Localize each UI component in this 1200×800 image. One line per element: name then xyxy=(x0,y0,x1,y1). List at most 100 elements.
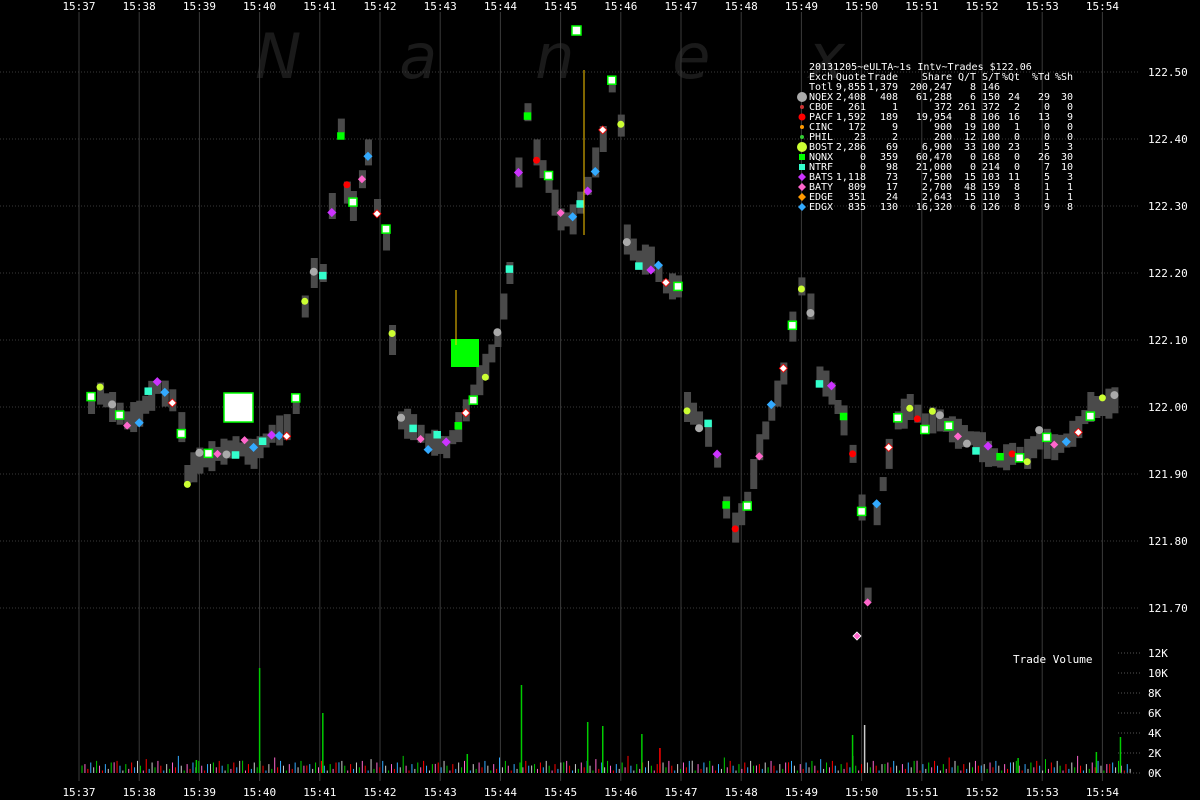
trade-marker xyxy=(493,328,502,337)
time-tick-label-bottom: 15:47 xyxy=(664,786,697,799)
legend-cell: %Sh xyxy=(1055,72,1073,83)
trade-marker xyxy=(1110,391,1119,400)
trade-marker xyxy=(1014,453,1025,463)
time-tick-label-bottom: 15:45 xyxy=(544,786,577,799)
price-band xyxy=(130,402,138,433)
volume-tick-label: 10K xyxy=(1148,667,1168,680)
trade-marker xyxy=(622,238,631,247)
time-tick-label-top: 15:54 xyxy=(1086,0,1119,13)
price-band xyxy=(822,370,830,397)
trade-marker xyxy=(454,422,463,430)
time-tick-label-top: 15:51 xyxy=(905,0,938,13)
legend-cell: 8 xyxy=(1014,202,1020,213)
time-tick-label-bottom: 15:50 xyxy=(845,786,878,799)
price-band xyxy=(337,118,345,133)
time-tick-label-bottom: 15:52 xyxy=(965,786,998,799)
time-tick-label-top: 15:50 xyxy=(845,0,878,13)
price-band xyxy=(690,402,698,425)
legend-swatch xyxy=(797,142,807,152)
trade-marker xyxy=(468,395,479,405)
trade-marker xyxy=(996,452,1004,461)
trade-marker xyxy=(409,424,417,433)
trade-marker xyxy=(673,281,683,292)
trade-marker xyxy=(343,181,351,189)
price-band xyxy=(148,380,156,411)
legend-swatch xyxy=(800,135,804,139)
trade-marker xyxy=(481,373,489,381)
price-band xyxy=(389,325,397,355)
price-band xyxy=(404,408,412,439)
trade-marker xyxy=(108,400,117,409)
legend-swatch xyxy=(798,203,806,211)
time-tick-label-bottom: 15:51 xyxy=(905,786,938,799)
legend-swatch xyxy=(799,154,805,160)
trade-marker xyxy=(397,413,406,422)
volume-tick-label: 0K xyxy=(1148,767,1162,780)
price-chart: Nanex 122.50122.40122.30122.20122.10122.… xyxy=(0,0,1188,799)
trade-marker xyxy=(839,412,848,421)
time-tick-label-bottom: 15:54 xyxy=(1086,786,1119,799)
trade-marker xyxy=(388,330,396,337)
trade-marker xyxy=(381,224,391,234)
trade-marker xyxy=(176,428,187,439)
time-tick-label-top: 15:52 xyxy=(965,0,998,13)
trade-marker xyxy=(722,501,730,509)
time-tick-label-bottom: 15:41 xyxy=(303,786,336,799)
price-band xyxy=(563,212,571,227)
price-tick-label: 122.20 xyxy=(1148,267,1188,280)
time-tick-label-top: 15:42 xyxy=(363,0,396,13)
price-band xyxy=(500,293,508,320)
time-tick-label-bottom: 15:38 xyxy=(123,786,156,799)
time-tick-label-bottom: 15:42 xyxy=(363,786,396,799)
price-band xyxy=(1057,434,1065,453)
legend-cell: 6 xyxy=(970,202,976,213)
volume-axis: 12K 10K 8K 6K 4K 2K 0K xyxy=(1118,647,1168,780)
price-tick-label: 122.40 xyxy=(1148,133,1188,146)
trade-marker xyxy=(1008,450,1016,458)
price-tick-label: 122.10 xyxy=(1148,334,1188,347)
legend-cell: %Td xyxy=(1032,72,1050,83)
price-band xyxy=(1030,436,1038,459)
trade-marker xyxy=(1085,411,1096,421)
trade-marker xyxy=(290,393,301,403)
trade-marker xyxy=(683,407,691,415)
trade-marker xyxy=(183,480,191,488)
price-band xyxy=(551,189,559,216)
price-band xyxy=(879,477,887,492)
trade-marker xyxy=(935,411,944,420)
price-tick-label: 122.30 xyxy=(1148,200,1188,213)
price-band xyxy=(684,392,692,422)
volume-tick-label: 2K xyxy=(1148,747,1162,760)
trade-marker xyxy=(203,448,214,459)
trade-marker xyxy=(222,450,231,459)
time-tick-label-top: 15:39 xyxy=(183,0,216,13)
price-band xyxy=(545,178,553,193)
large-trade-marker xyxy=(223,392,254,423)
price-band xyxy=(834,400,842,414)
price-band xyxy=(190,452,198,483)
time-tick-label-top: 15:40 xyxy=(243,0,276,13)
time-tick-label-top: 15:41 xyxy=(303,0,336,13)
price-tick-label: 122.00 xyxy=(1148,401,1188,414)
time-tick-label-bottom: 15:48 xyxy=(725,786,758,799)
trade-marker xyxy=(731,525,739,533)
price-band xyxy=(184,465,192,483)
time-axis-bottom: 15:37 15:38 15:39 15:40 15:41 15:42 15:43 15:44… xyxy=(62,786,1119,799)
volume-tick-label: 8K xyxy=(1148,687,1162,700)
time-tick-label-bottom: 15:43 xyxy=(424,786,457,799)
volume-label: Trade Volume xyxy=(1013,653,1092,666)
price-band xyxy=(476,365,484,396)
trade-marker xyxy=(972,447,980,455)
time-tick-label-bottom: 15:44 xyxy=(484,786,517,799)
trade-marker xyxy=(928,407,936,415)
price-band xyxy=(774,380,782,407)
price-band xyxy=(816,366,824,381)
price-band xyxy=(972,431,980,450)
time-tick-label-bottom: 15:46 xyxy=(604,786,637,799)
trade-marker xyxy=(114,410,125,420)
time-tick-label-top: 15:45 xyxy=(544,0,577,13)
time-tick-label-bottom: 15:39 xyxy=(183,786,216,799)
legend-cell: 16,320 xyxy=(916,202,952,213)
trade-marker xyxy=(348,197,358,207)
trade-marker xyxy=(533,156,541,164)
